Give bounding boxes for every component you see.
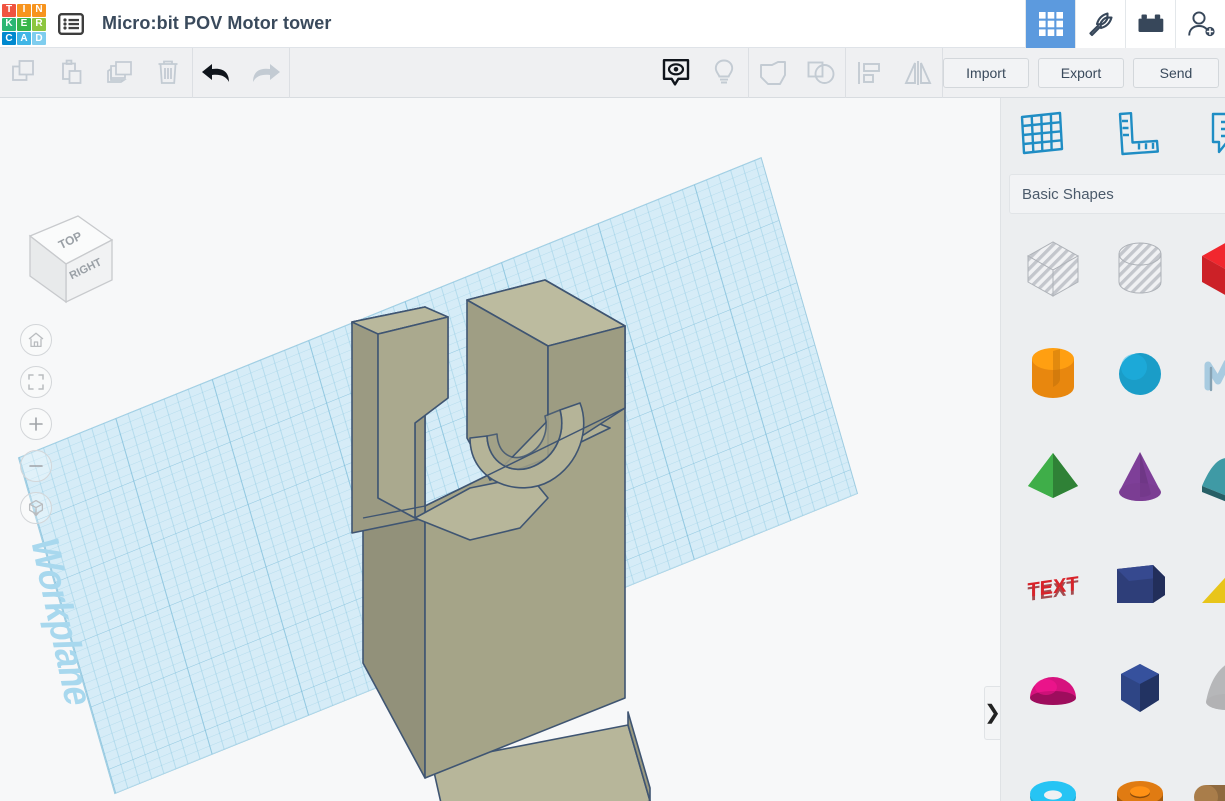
file-action-group: Import Export Send	[943, 58, 1225, 88]
send-button[interactable]: Send	[1133, 58, 1219, 88]
lego-brick-icon[interactable]	[1125, 0, 1175, 48]
logo-cell-r: R	[32, 18, 46, 31]
app-header: TIN KER CAD Micro:bit POV Motor tower	[0, 0, 1225, 48]
add-user-icon[interactable]	[1175, 0, 1225, 48]
shape-polygon-blue[interactable]	[1096, 636, 1183, 741]
viewport-nav-controls	[20, 324, 52, 524]
group-icon[interactable]	[749, 48, 797, 98]
shape-half-sphere-magenta[interactable]	[1009, 636, 1096, 741]
group-tool-group	[749, 48, 845, 98]
history-tool-group	[193, 48, 289, 98]
3d-viewport[interactable]: Workplane	[0, 98, 1000, 801]
shape-scribble-lightblue[interactable]	[1183, 321, 1225, 426]
duplicate-icon[interactable]	[96, 48, 144, 98]
shape-wedge-navy[interactable]	[1096, 531, 1183, 636]
redo-icon[interactable]	[241, 48, 289, 98]
logo-cell-t: T	[2, 4, 16, 17]
align-icon[interactable]	[846, 48, 894, 98]
shape-text-red[interactable]: TEXTTEXT	[1009, 531, 1096, 636]
shape-cone-purple[interactable]	[1096, 426, 1183, 531]
shape-sphere-blue[interactable]	[1096, 321, 1183, 426]
pickaxe-icon[interactable]	[1075, 0, 1125, 48]
shape-triangle-yellow[interactable]	[1183, 531, 1225, 636]
shape-palette-grid: TEXTTEXT	[1001, 216, 1225, 801]
import-button[interactable]: Import	[943, 58, 1029, 88]
notes-tool-icon[interactable]	[1205, 107, 1225, 159]
undo-icon[interactable]	[193, 48, 241, 98]
workplane-tool-icon[interactable]	[1015, 107, 1067, 159]
tinkercad-logo[interactable]: TIN KER CAD	[2, 4, 46, 46]
solid-view-icon[interactable]	[652, 48, 700, 98]
shape-pyramid-green[interactable]	[1009, 426, 1096, 531]
hole-lightbulb-icon[interactable]	[700, 48, 748, 98]
motor-tower-model[interactable]	[0, 98, 1000, 801]
logo-cell-d: D	[32, 32, 46, 45]
shapes-side-panel: Basic Shapes TEXTTEXT	[1000, 98, 1225, 801]
mirror-flip-icon[interactable]	[894, 48, 942, 98]
shape-torus-cyan[interactable]	[1009, 741, 1096, 801]
logo-cell-c: C	[2, 32, 16, 45]
logo-cell-a: A	[17, 32, 31, 45]
shape-round-roof-brown[interactable]	[1183, 741, 1225, 801]
shape-paraboloid-gray[interactable]	[1183, 636, 1225, 741]
logo-cell-n: N	[32, 4, 46, 17]
ungroup-icon[interactable]	[797, 48, 845, 98]
logo-cell-i: I	[17, 4, 31, 17]
logo-cell-e: E	[17, 18, 31, 31]
shape-tool-group	[652, 48, 748, 98]
list-menu-icon[interactable]	[57, 10, 85, 37]
header-icon-group	[1025, 0, 1225, 48]
shape-category-select[interactable]: Basic Shapes	[1009, 174, 1225, 214]
gallery-grid-icon[interactable]	[1025, 0, 1075, 48]
panel-collapse-chevron-icon[interactable]: ❯	[984, 686, 1000, 740]
shape-cylinder-hole[interactable]	[1096, 216, 1183, 321]
shape-cylinder-orange[interactable]	[1009, 321, 1096, 426]
page-title[interactable]: Micro:bit POV Motor tower	[102, 13, 332, 34]
main-toolbar: Import Export Send	[0, 48, 1225, 98]
align-tool-group	[846, 48, 942, 98]
ruler-tool-icon[interactable]	[1110, 107, 1162, 159]
zoom-in-icon[interactable]	[20, 408, 52, 440]
shape-roof-teal[interactable]	[1183, 426, 1225, 531]
shape-box-red[interactable]	[1183, 216, 1225, 321]
export-button[interactable]: Export	[1038, 58, 1124, 88]
shape-category-label: Basic Shapes	[1022, 186, 1114, 203]
delete-trash-icon[interactable]	[144, 48, 192, 98]
logo-cell-k: K	[2, 18, 16, 31]
zoom-out-icon[interactable]	[20, 450, 52, 482]
edit-tool-group	[0, 48, 192, 98]
toolbar-gap	[289, 48, 652, 98]
view-orientation-cube[interactable]: TOP RIGHT	[16, 206, 120, 310]
copy-icon[interactable]	[0, 48, 48, 98]
tinkercad-app: TIN KER CAD Micro:bit POV Motor tower	[0, 0, 1225, 801]
paste-icon[interactable]	[48, 48, 96, 98]
home-view-icon[interactable]	[20, 324, 52, 356]
fit-to-view-icon[interactable]	[20, 366, 52, 398]
orthographic-toggle-icon[interactable]	[20, 492, 52, 524]
panel-tool-tabs	[1001, 98, 1225, 168]
shape-tube-orange[interactable]	[1096, 741, 1183, 801]
shape-box-hole[interactable]	[1009, 216, 1096, 321]
